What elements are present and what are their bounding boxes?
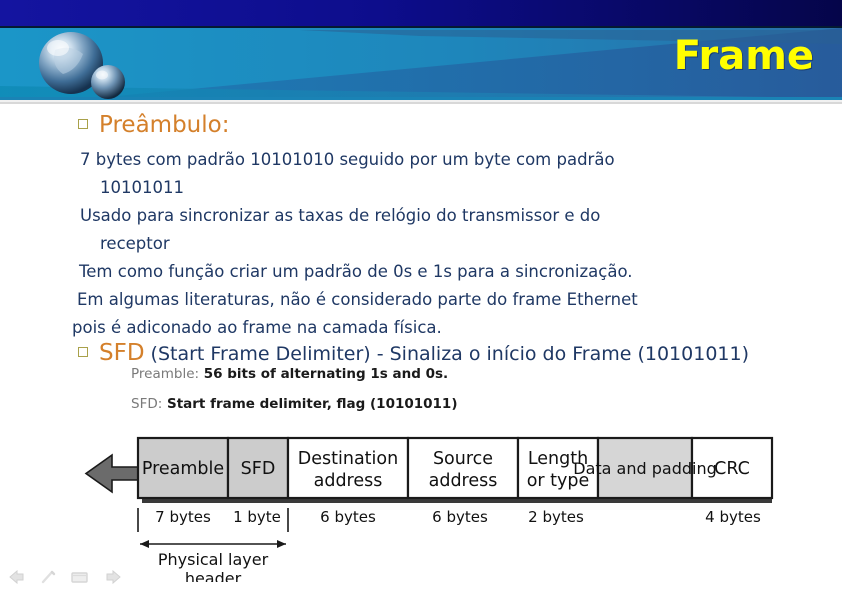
paragraph-line-6: Em algumas literaturas, não é considerad… [77,290,638,309]
frame-label-destination-address: address [314,471,383,491]
physical-layer-label-line2: header [185,569,242,582]
paragraph-line-5: Tem como função criar um padrão de 0s e … [79,262,633,281]
slide-root: Frame Preâmbulo: 7 bytes com padrão 1010… [0,0,842,595]
frame-label-source: Source [433,449,493,469]
pen-icon[interactable] [40,569,58,585]
byte-label-crc: 4 bytes [705,508,761,526]
frame-label-destination: Destination [298,449,398,469]
physical-layer-label-line1: Physical layer [158,550,269,569]
physical-layer-span-arrow [140,540,286,548]
diagram-caption-sfd-label: SFD: [131,396,163,412]
slide-icon[interactable] [70,569,90,585]
diagram-caption-preamble: Preamble: 56 bits of alternating 1s and … [131,366,448,382]
frame-structure-svg: Preamble SFD Destination address Source … [84,436,774,582]
square-bullet-icon [78,119,88,129]
frame-label-sfd: SFD [241,459,276,479]
diagram-caption-sfd: SFD: Start frame delimiter, flag (101010… [131,396,458,412]
byte-label-length: 2 bytes [528,508,584,526]
page-title: Frame [673,33,814,79]
paragraph-line-3: Usado para sincronizar as taxas de relóg… [80,206,601,225]
frame-label-preamble: Preamble [142,459,224,479]
diagram-caption-sfd-text: Start frame delimiter, flag (10101011) [162,396,458,412]
byte-label-destination: 6 bytes [320,508,376,526]
slide-content: Preâmbulo: 7 bytes com padrão 10101010 s… [0,104,842,595]
byte-label-preamble: 7 bytes [155,508,211,526]
back-arrow-icon[interactable] [8,569,28,585]
byte-label-source: 6 bytes [432,508,488,526]
bullet-preambulo: Preâmbulo: [78,112,229,138]
bullet-preambulo-heading: Preâmbulo: [99,112,230,138]
frame-label-data-and-padding: Data and padding [573,459,717,478]
slide-nav-bar[interactable] [8,565,121,589]
frame-label-source-address: address [429,471,498,491]
paragraph-line-4: receptor [100,234,170,253]
square-bullet-icon [78,347,88,357]
diagram-caption-preamble-text: 56 bits of alternating 1s and 0s. [199,366,449,382]
byte-label-sfd: 1 byte [233,508,281,526]
paragraph-line-7: pois é adiconado ao frame na camada físi… [72,318,442,337]
frame-label-crc: CRC [714,459,750,479]
thick-left-arrow-icon [84,453,141,494]
paragraph-line-2: 10101011 [100,178,184,197]
ethernet-frame-diagram: Preamble: 56 bits of alternating 1s and … [0,362,842,582]
slide-header: Frame [0,0,842,104]
forward-arrow-icon[interactable] [102,569,122,585]
diagram-caption-preamble-label: Preamble: [131,366,200,382]
paragraph-line-1: 7 bytes com padrão 10101010 seguido por … [80,150,615,169]
